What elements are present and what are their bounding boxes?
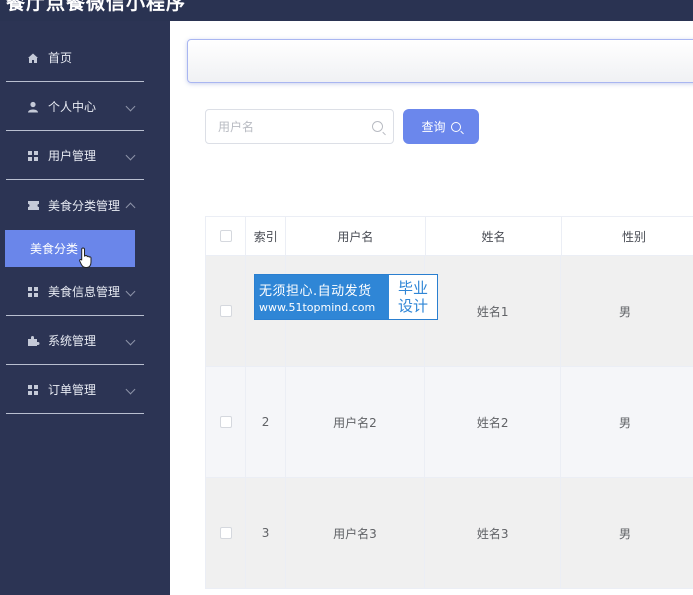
cell-username: 用户名2 xyxy=(285,367,425,478)
home-icon xyxy=(26,51,40,65)
watermark-right: 毕业 设计 xyxy=(389,275,437,319)
search-box xyxy=(205,109,394,144)
ticket-icon xyxy=(26,198,40,212)
sidebar-subitem-label: 美食分类 xyxy=(30,242,79,256)
row-checkbox-cell xyxy=(206,256,247,367)
sidebar-item-label: 系统管理 xyxy=(48,334,97,348)
watermark-line2: www.51topmind.com xyxy=(259,301,376,314)
query-button-label: 查询 xyxy=(421,120,446,134)
grid-icon xyxy=(26,285,40,299)
cell-username: 用户名3 xyxy=(285,478,425,589)
query-button[interactable]: 查询 xyxy=(403,109,479,144)
cell-name: 姓名1 xyxy=(425,256,562,367)
chevron-down-icon xyxy=(125,335,136,345)
row-checkbox[interactable] xyxy=(219,416,232,428)
sidebar-item-label: 首页 xyxy=(48,51,73,65)
cell-name: 姓名3 xyxy=(425,478,562,589)
watermark-left: 无须担心.自动发货 www.51topmind.com xyxy=(255,275,389,319)
watermark-banner: 无须担心.自动发货 www.51topmind.com 毕业 设计 xyxy=(254,274,438,320)
column-header-index[interactable]: 索引 xyxy=(246,217,287,256)
sidebar-item-system-management[interactable]: 系统管理 xyxy=(6,317,144,365)
column-header-name[interactable]: 姓名 xyxy=(425,217,563,256)
table-row[interactable]: 2 用户名2 姓名2 男 xyxy=(206,367,693,478)
breadcrumb xyxy=(187,39,693,83)
sidebar-subitem-food-category[interactable]: 美食分类 xyxy=(5,230,135,267)
chevron-down-icon xyxy=(125,101,136,111)
sidebar-item-label: 订单管理 xyxy=(48,383,97,397)
sidebar-item-user-management[interactable]: 用户管理 xyxy=(6,132,144,180)
sidebar-item-label: 个人中心 xyxy=(48,100,97,114)
row-checkbox[interactable] xyxy=(219,305,232,317)
cell-gender: 男 xyxy=(561,367,693,478)
app-title: 餐厅点餐微信小程序 xyxy=(6,0,187,14)
sidebar-item-personal-center[interactable]: 个人中心 xyxy=(6,83,144,131)
chevron-up-icon xyxy=(125,202,136,213)
top-bar: 餐厅点餐微信小程序 xyxy=(0,0,693,21)
table-row[interactable]: 3 用户名3 姓名3 男 xyxy=(206,478,693,589)
watermark-line1: 无须担心.自动发货 xyxy=(259,284,372,299)
cell-index: 2 xyxy=(246,367,286,478)
header-checkbox-cell xyxy=(206,217,247,256)
search-icon xyxy=(372,121,383,132)
grid-icon xyxy=(26,149,40,163)
watermark-right-line2: 设计 xyxy=(397,297,428,315)
row-checkbox-cell xyxy=(206,367,247,478)
row-checkbox[interactable] xyxy=(219,527,232,539)
sidebar-item-label: 用户管理 xyxy=(48,149,97,163)
cell-gender: 男 xyxy=(561,478,693,589)
select-all-checkbox[interactable] xyxy=(219,230,232,242)
sidebar-item-label: 美食分类管理 xyxy=(48,198,121,213)
column-header-username[interactable]: 用户名 xyxy=(286,217,426,256)
cell-name: 姓名2 xyxy=(425,367,562,478)
column-header-gender[interactable]: 性别 xyxy=(562,217,693,256)
chevron-down-icon xyxy=(125,286,136,296)
search-input[interactable] xyxy=(206,110,356,143)
grid-icon xyxy=(26,383,40,397)
row-checkbox-cell xyxy=(206,478,247,589)
search-icon xyxy=(450,121,461,132)
chevron-down-icon xyxy=(125,150,136,160)
user-icon xyxy=(26,100,40,114)
sidebar-item-order-management[interactable]: 订单管理 xyxy=(6,366,144,414)
table-header-row: 索引 用户名 姓名 性别 xyxy=(206,217,693,256)
hand-cursor-icon xyxy=(79,247,92,268)
cell-index: 3 xyxy=(246,478,286,589)
sidebar-item-food-category-management[interactable]: 美食分类管理 xyxy=(6,181,144,229)
sidebar-item-home[interactable]: 首页 xyxy=(6,34,144,82)
chevron-down-icon xyxy=(125,384,136,394)
puzzle-icon xyxy=(26,334,40,348)
sidebar-item-label: 美食信息管理 xyxy=(48,285,121,299)
watermark-right-line1: 毕业 xyxy=(397,279,428,297)
data-table: 索引 用户名 姓名 性别 1 用户名1 姓名1 男 2 用户名2 姓名2 男 3… xyxy=(205,216,693,589)
cell-gender: 男 xyxy=(561,256,693,367)
sidebar-item-food-info-management[interactable]: 美食信息管理 xyxy=(6,268,144,316)
sidebar: 首页 个人中心 用户管理 美食分类管理 美食分类 美食信息管理 系统管理 订单管… xyxy=(0,21,170,595)
